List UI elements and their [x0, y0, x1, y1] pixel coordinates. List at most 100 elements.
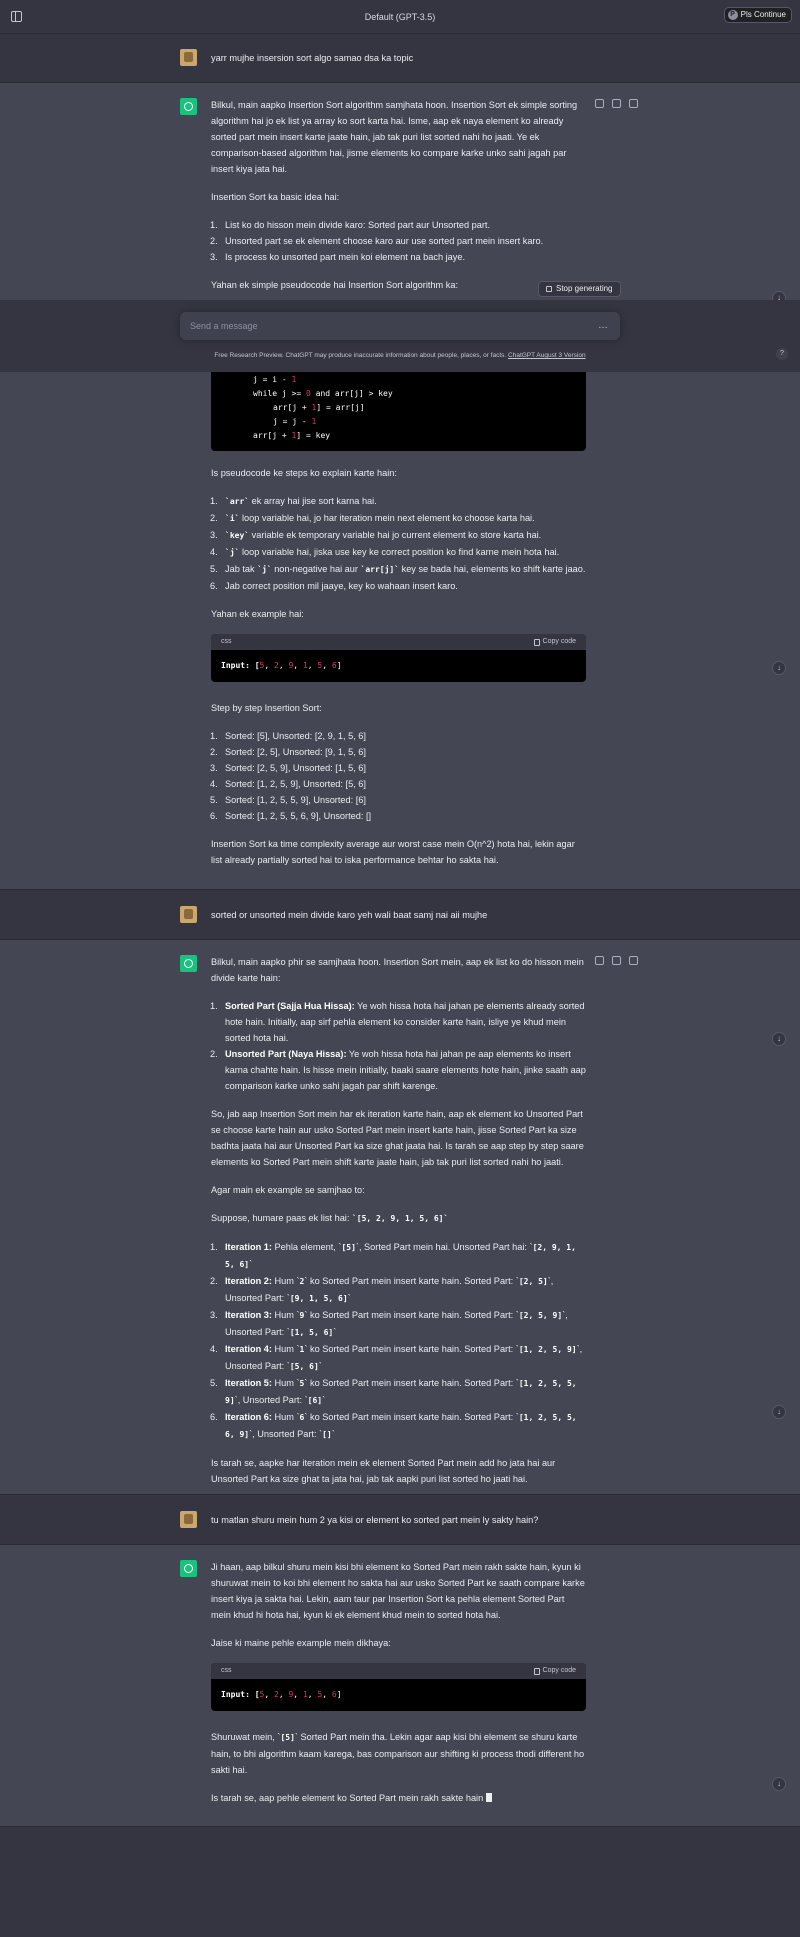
paragraph: Agar main ek example se samjhao to: [211, 1185, 365, 1195]
assistant-message: Ji haan, aap bilkul shuru mein kisi bhi … [0, 1545, 800, 1827]
paragraph: Step by step Insertion Sort: [211, 703, 322, 713]
user-message: sorted or unsorted mein divide karo yeh … [0, 890, 800, 940]
scroll-down-icon[interactable]: ↓ [772, 1777, 786, 1791]
user-avatar [180, 49, 197, 66]
copy-code-button[interactable]: Copy code [533, 634, 576, 650]
assistant-message: Bilkul, main aapko phir se samjhata hoon… [0, 940, 800, 1495]
numbered-list: 1. `arr` ek array hai jise sort karna hai… [210, 493, 586, 594]
top-bar: Default (GPT-3.5) P Pls Continue [0, 0, 800, 34]
numbered-list: 1. List ko do hisson mein divide karo: So… [210, 217, 586, 265]
continue-label: Pls Continue [740, 10, 786, 19]
thumbs-up-icon[interactable] [612, 956, 621, 965]
message-actions [595, 956, 638, 965]
code-body: Input: [5, 2, 9, 1, 5, 6] [221, 1690, 342, 1699]
paragraph: Bilkul, main aapko Insertion Sort algori… [211, 100, 578, 174]
code-header: css Copy code [211, 1663, 586, 1679]
disclaimer: Free Research Preview. ChatGPT may produ… [214, 352, 586, 359]
help-icon[interactable]: ? [776, 348, 788, 360]
assistant-message-body: Ji haan, aap bilkul shuru mein kisi bhi … [211, 1559, 586, 1818]
user-message-text: sorted or unsorted mein divide karo yeh … [211, 910, 488, 920]
list-item: 2. Iteration 2: Hum `2` ko Sorted Part me… [210, 1276, 554, 1303]
list-item: 3. `key` variable ek temporary variable h… [210, 530, 542, 540]
thumbs-down-icon[interactable] [629, 99, 638, 108]
list-item: 2. `i` loop variable hai, jo har iteratio… [210, 513, 535, 523]
list-item: 1. `arr` ek array hai jise sort karna hai… [210, 496, 377, 506]
copy-code-button[interactable]: Copy code [533, 1663, 576, 1679]
user-avatar [180, 1511, 197, 1528]
list-item: 6. Iteration 6: Hum `6` ko Sorted Part me… [210, 1412, 577, 1439]
assistant-message-body: Bilkul, main aapko Insertion Sort algori… [210, 97, 586, 305]
thumbs-up-icon[interactable] [612, 99, 621, 108]
assistant-message: Bilkul, main aapko Insertion Sort algori… [0, 83, 800, 890]
list-item: 4. `j` loop variable hai, jiska use key k… [210, 547, 560, 557]
code-body: Input: [5, 2, 9, 1, 5, 6] [221, 661, 342, 670]
paragraph: Suppose, humare paas ek list hai: `[5, 2… [211, 1213, 449, 1223]
list-item: 6. Sorted: [1, 2, 5, 5, 6, 9], Unsorted: … [210, 811, 372, 821]
chatgpt-avatar [180, 98, 197, 115]
message-input[interactable] [190, 318, 570, 334]
list-item: 5. Iteration 5: Hum `5` ko Sorted Part me… [210, 1378, 577, 1405]
message-actions [595, 99, 638, 108]
list-item: 3. Is process ko unsorted part mein koi e… [210, 252, 466, 262]
numbered-list: 1. Sorted Part (Sajja Hua Hissa): Ye woh … [210, 998, 586, 1094]
list-item: 1. Sorted Part (Sajja Hua Hissa): Ye woh … [210, 1001, 585, 1043]
continue-icon: P [727, 10, 738, 20]
paragraph: Is pseudocode ke steps ko explain karte … [211, 468, 397, 478]
assistant-message-body-lower: j = i - 1 while j >= 0 and arr[j] > key … [210, 369, 586, 880]
clipboard-icon [533, 638, 540, 646]
paragraph: Yahan ek simple pseudocode hai Insertion… [211, 280, 459, 290]
user-message: yarr mujhe insersion sort algo samao dsa… [0, 34, 800, 83]
code-language: css [221, 1667, 232, 1674]
thumbs-down-icon[interactable] [629, 956, 638, 965]
assistant-message-body: Bilkul, main aapko phir se samjhata hoon… [210, 954, 586, 1499]
paragraph: Ji haan, aap bilkul shuru mein kisi bhi … [211, 1562, 585, 1620]
stop-generating-button[interactable]: Stop generating [538, 281, 621, 297]
list-item: 2. Unsorted Part (Naya Hissa): Ye woh his… [210, 1049, 586, 1091]
iterations-list: 1. Iteration 1: Pehla element, `[5]`, Sor… [210, 1239, 586, 1443]
scroll-down-icon[interactable]: ↓ [772, 1405, 786, 1419]
list-item: 5. Sorted: [1, 2, 5, 5, 9], Unsorted: [6] [210, 795, 366, 805]
more-icon[interactable]: … [598, 318, 608, 334]
scroll-down-icon[interactable]: ↓ [772, 1032, 786, 1046]
list-item: 6. Jab correct position mil jaaye, key ko… [210, 581, 458, 591]
paragraph: Is tarah se, aap pehle element ko Sorted… [211, 1790, 586, 1806]
paragraph: Jaise ki maine pehle example mein dikhay… [211, 1638, 391, 1648]
paragraph: Yahan ek example hai: [211, 609, 304, 619]
list-item: 3. Sorted: [2, 5, 9], Unsorted: [1, 5, 6] [210, 763, 366, 773]
list-item: 4. Iteration 4: Hum `1` ko Sorted Part me… [210, 1344, 583, 1371]
pseudocode-block: j = i - 1 while j >= 0 and arr[j] > key … [211, 369, 586, 451]
paragraph: Is tarah se, aapke har iteration mein ek… [211, 1458, 556, 1484]
paragraph: Insertion Sort ka time complexity averag… [211, 839, 575, 865]
list-item: 4. Sorted: [1, 2, 5, 9], Unsorted: [5, 6] [210, 779, 366, 789]
list-item: 1. Sorted: [5], Unsorted: [2, 9, 1, 5, 6] [210, 731, 366, 741]
chatgpt-avatar [180, 1560, 197, 1577]
copy-icon[interactable] [595, 956, 604, 965]
list-item: 3. Iteration 3: Hum `9` ko Sorted Part me… [210, 1310, 568, 1337]
list-item: 1. List ko do hisson mein divide karo: So… [210, 220, 491, 230]
list-item: 2. Sorted: [2, 5], Unsorted: [9, 1, 5, 6] [210, 747, 366, 757]
user-avatar [180, 906, 197, 923]
code-block: css Copy code Input: [5, 2, 9, 1, 5, 6] [211, 634, 586, 682]
list-item: 2. Unsorted part se ek element choose kar… [210, 236, 544, 246]
chatgpt-avatar [180, 955, 197, 972]
stop-icon [546, 286, 552, 292]
list-item: 5. Jab tak `j` non-negative hai aur `arr[… [210, 564, 586, 574]
paragraph: Bilkul, main aapko phir se samjhata hoon… [211, 957, 584, 983]
numbered-list: 1. Sorted: [5], Unsorted: [2, 9, 1, 5, 6]… [210, 728, 586, 824]
composer: … Free Research Preview. ChatGPT may pro… [0, 300, 800, 372]
copy-icon[interactable] [595, 99, 604, 108]
user-message: tu matlan shuru mein hum 2 ya kisi or el… [0, 1495, 800, 1545]
clipboard-icon [533, 1667, 540, 1675]
paragraph: Shuruwat mein, `[5]` Sorted Part mein th… [211, 1732, 585, 1775]
typing-cursor [485, 1793, 492, 1802]
model-title[interactable]: Default (GPT-3.5) [365, 9, 436, 25]
user-message-text: yarr mujhe insersion sort algo samao dsa… [211, 53, 414, 63]
continue-button[interactable]: P Pls Continue [723, 7, 792, 23]
message-box: … [180, 312, 620, 340]
version-link[interactable]: ChatGPT August 3 Version [508, 352, 586, 359]
user-message-text: tu matlan shuru mein hum 2 ya kisi or el… [211, 1515, 539, 1525]
scroll-down-icon[interactable]: ↓ [772, 661, 786, 675]
sidebar-toggle-icon[interactable] [11, 11, 22, 22]
pseudocode-body: j = i - 1 while j >= 0 and arr[j] > key … [253, 375, 393, 440]
paragraph: Insertion Sort ka basic idea hai: [211, 192, 340, 202]
